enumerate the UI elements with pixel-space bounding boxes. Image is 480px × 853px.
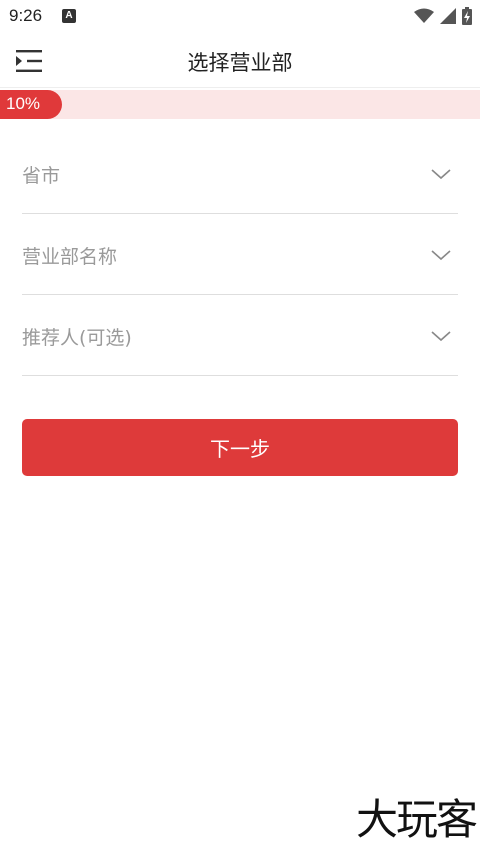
status-icons — [414, 6, 472, 26]
chevron-down-icon — [431, 250, 451, 261]
chevron-down-icon — [431, 331, 451, 342]
chevron-down-icon — [431, 169, 451, 180]
province-city-placeholder: 省市 — [22, 165, 61, 187]
branch-name-select[interactable]: 营业部名称 — [22, 214, 458, 295]
status-bar: 9:26 A — [0, 0, 480, 34]
watermark-logo: 大玩客 — [355, 795, 478, 844]
notification-badge-icon: A — [62, 9, 76, 23]
cell-signal-icon — [440, 8, 456, 24]
page-title: 选择营业部 — [187, 51, 293, 75]
progress-label: 10% — [6, 94, 41, 113]
next-step-button[interactable]: 下一步 — [22, 419, 458, 476]
wifi-icon — [414, 8, 434, 23]
branch-form: 省市 营业部名称 推荐人(可选) — [22, 133, 458, 376]
battery-charging-icon — [462, 7, 472, 25]
referrer-select[interactable]: 推荐人(可选) — [22, 295, 458, 376]
progress-bar: 10% — [0, 90, 480, 119]
referrer-placeholder: 推荐人(可选) — [22, 327, 132, 349]
branch-name-placeholder: 营业部名称 — [22, 246, 118, 268]
app-bar: 选择营业部 — [0, 34, 480, 88]
province-city-select[interactable]: 省市 — [22, 133, 458, 214]
status-time: 9:26 — [9, 6, 43, 25]
